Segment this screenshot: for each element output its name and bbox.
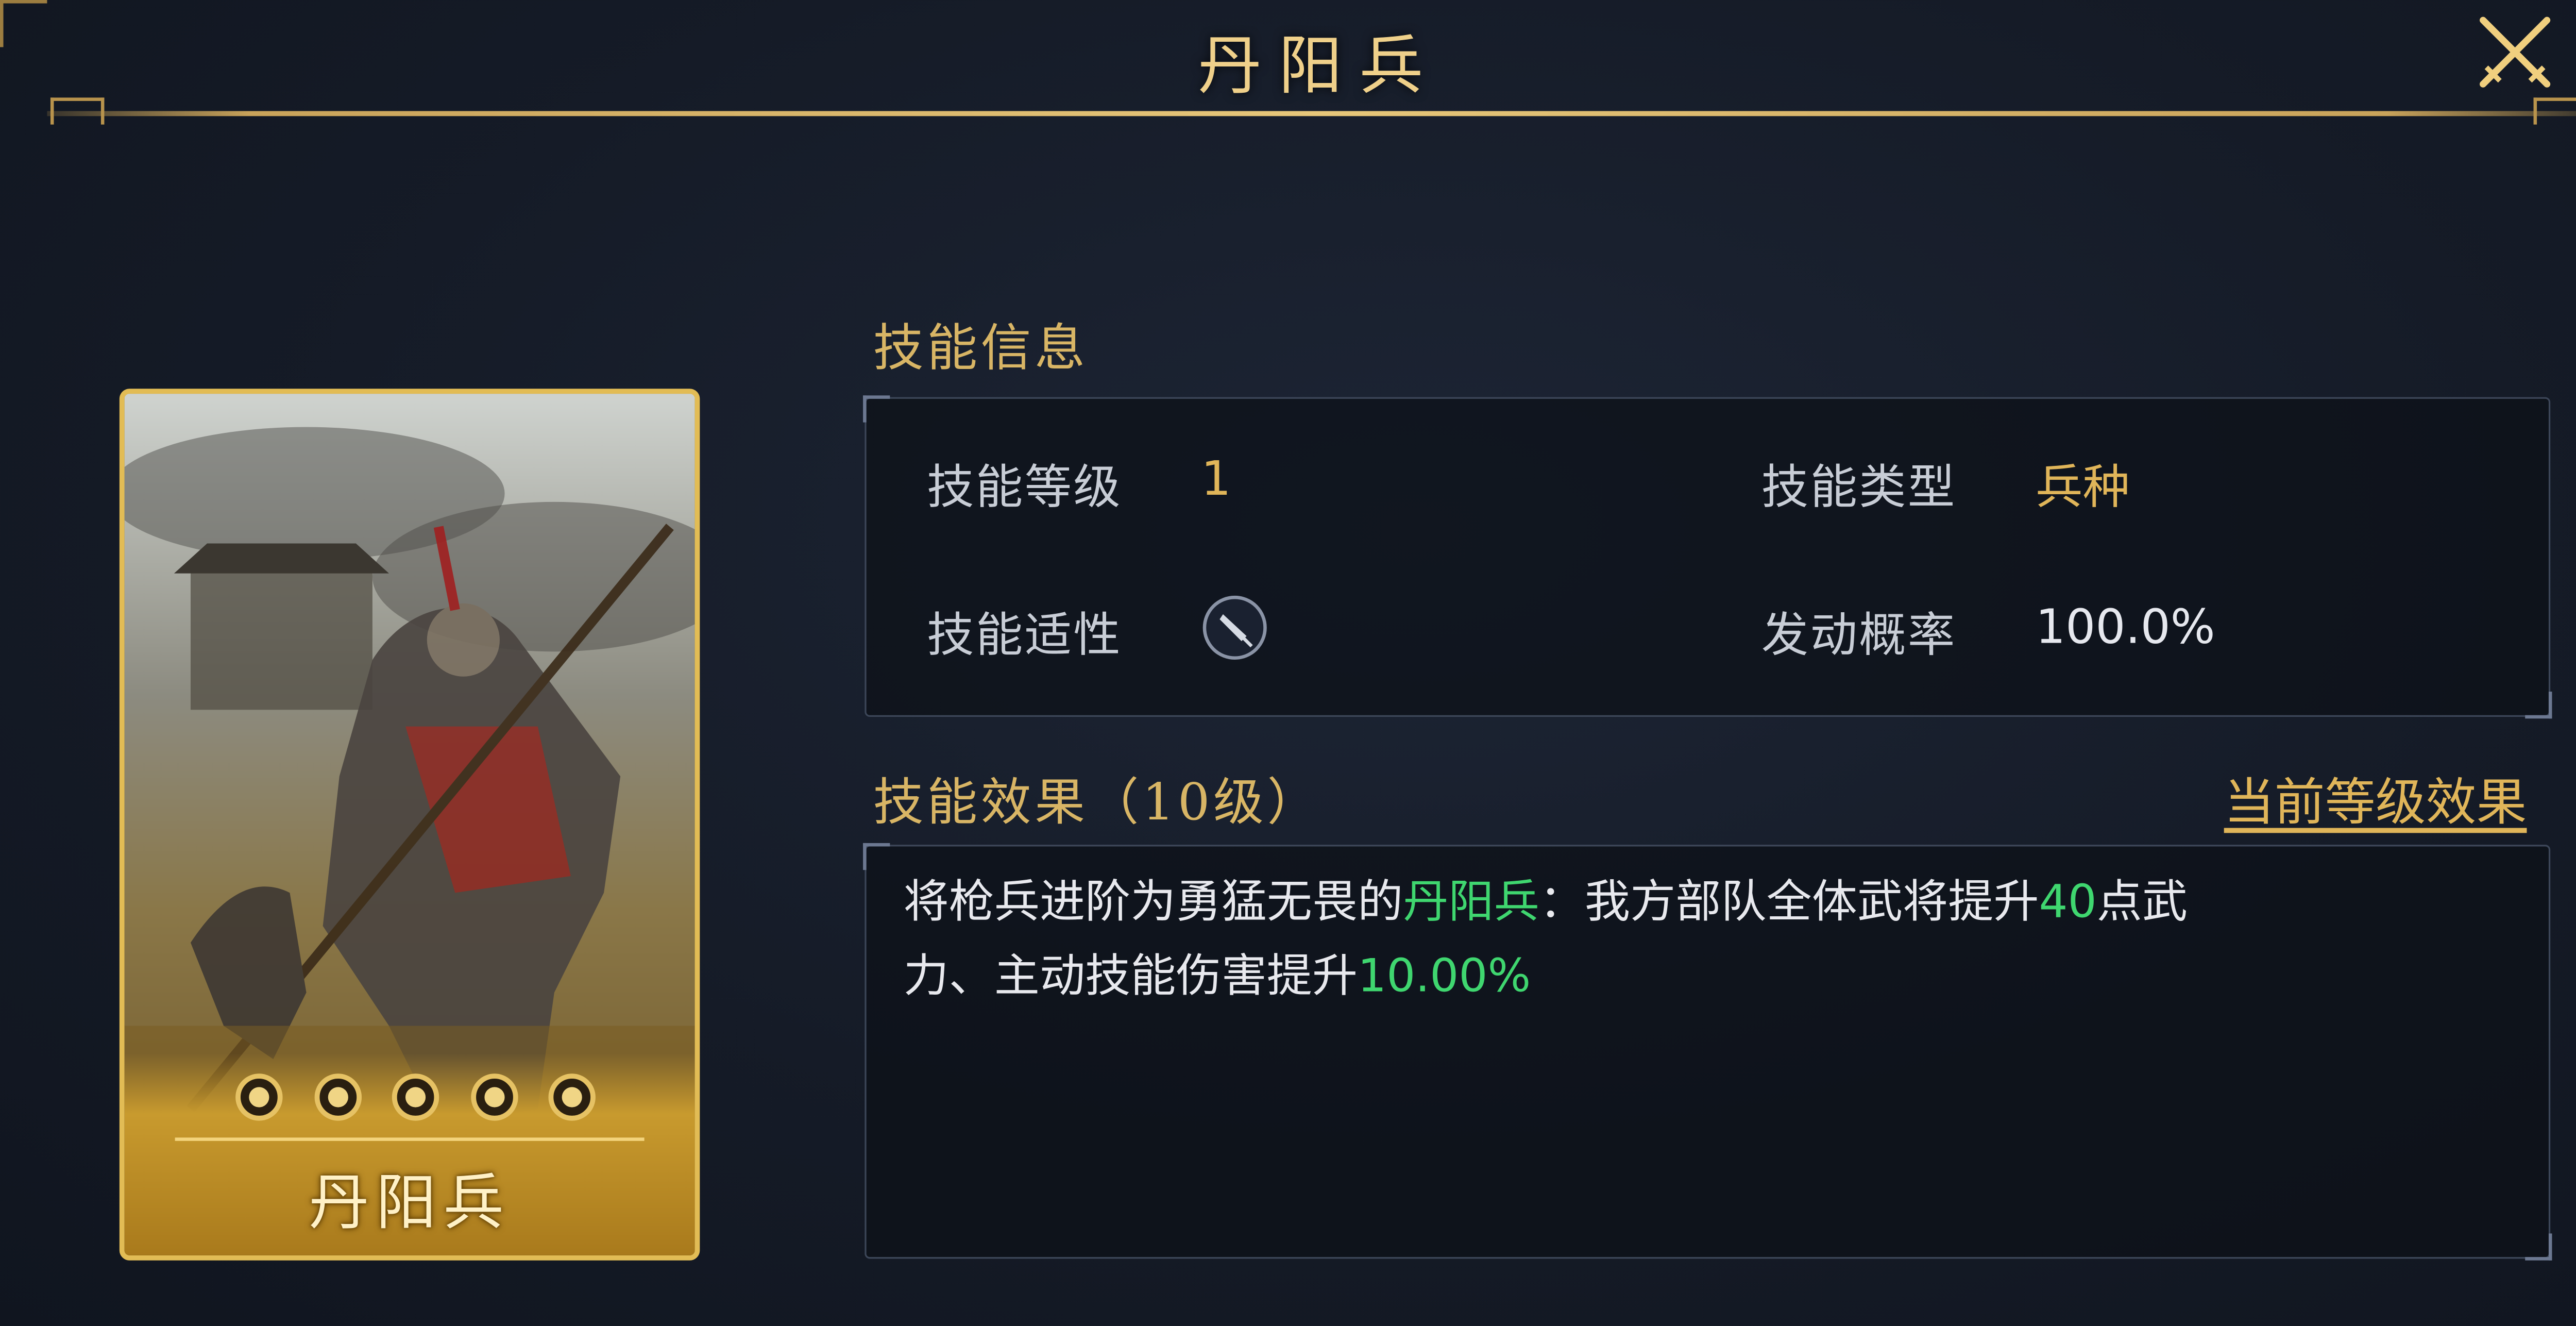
- trigger-rate-value: 100.0%: [2036, 599, 2215, 655]
- effect-text: 将枪兵进阶为勇猛无畏的: [903, 877, 1403, 929]
- skill-level-label: 技能等级: [927, 459, 1123, 515]
- star-pips: [235, 1073, 596, 1127]
- rank-pip: [235, 1073, 283, 1121]
- skill-effect-text: 将枪兵进阶为勇猛无畏的丹阳兵：我方部队全体武将提升40点武 力、主动技能伤害提升…: [903, 867, 2417, 1015]
- skill-info-panel: [863, 395, 2552, 719]
- skill-level-value: 1: [1201, 451, 1231, 507]
- rank-pip: [392, 1073, 439, 1121]
- card-unit-name: 丹阳兵: [309, 1169, 511, 1239]
- skill-info-heading: 技能信息: [873, 320, 1089, 379]
- effect-text: 点武: [2096, 877, 2188, 929]
- trigger-rate-label: 发动概率: [1761, 607, 1957, 663]
- close-button[interactable]: [2469, 7, 2560, 97]
- divider-cap-right: [2533, 97, 2576, 125]
- effect-text: 力、主动技能伤害提升: [903, 950, 1358, 1003]
- unit-card: 丹阳兵: [119, 389, 700, 1261]
- rank-pip: [313, 1073, 361, 1121]
- current-level-effect-link[interactable]: 当前等级效果: [2224, 761, 2527, 835]
- effect-text: ：我方部队全体武将提升: [1539, 877, 2039, 929]
- skill-type-value: 兵种: [2036, 459, 2130, 515]
- skill-type-label: 技能类型: [1761, 459, 1957, 515]
- title-divider: [47, 111, 2576, 116]
- spear-icon: [1202, 595, 1267, 660]
- card-divider: [175, 1137, 645, 1141]
- divider-cap-left: [50, 97, 105, 125]
- effect-highlight-percent: 10.00%: [1358, 950, 1531, 1003]
- effect-highlight-unit: 丹阳兵: [1403, 877, 1539, 929]
- rank-pip: [470, 1073, 518, 1121]
- skill-aptitude-label: 技能适性: [927, 607, 1123, 663]
- rank-pip: [548, 1073, 596, 1121]
- page-title: 丹阳兵: [1197, 28, 1440, 103]
- crossed-swords-close-icon: [2480, 16, 2551, 88]
- skill-effect-heading: 技能效果（10级）: [873, 774, 1321, 833]
- effect-highlight-value: 40: [2039, 877, 2097, 929]
